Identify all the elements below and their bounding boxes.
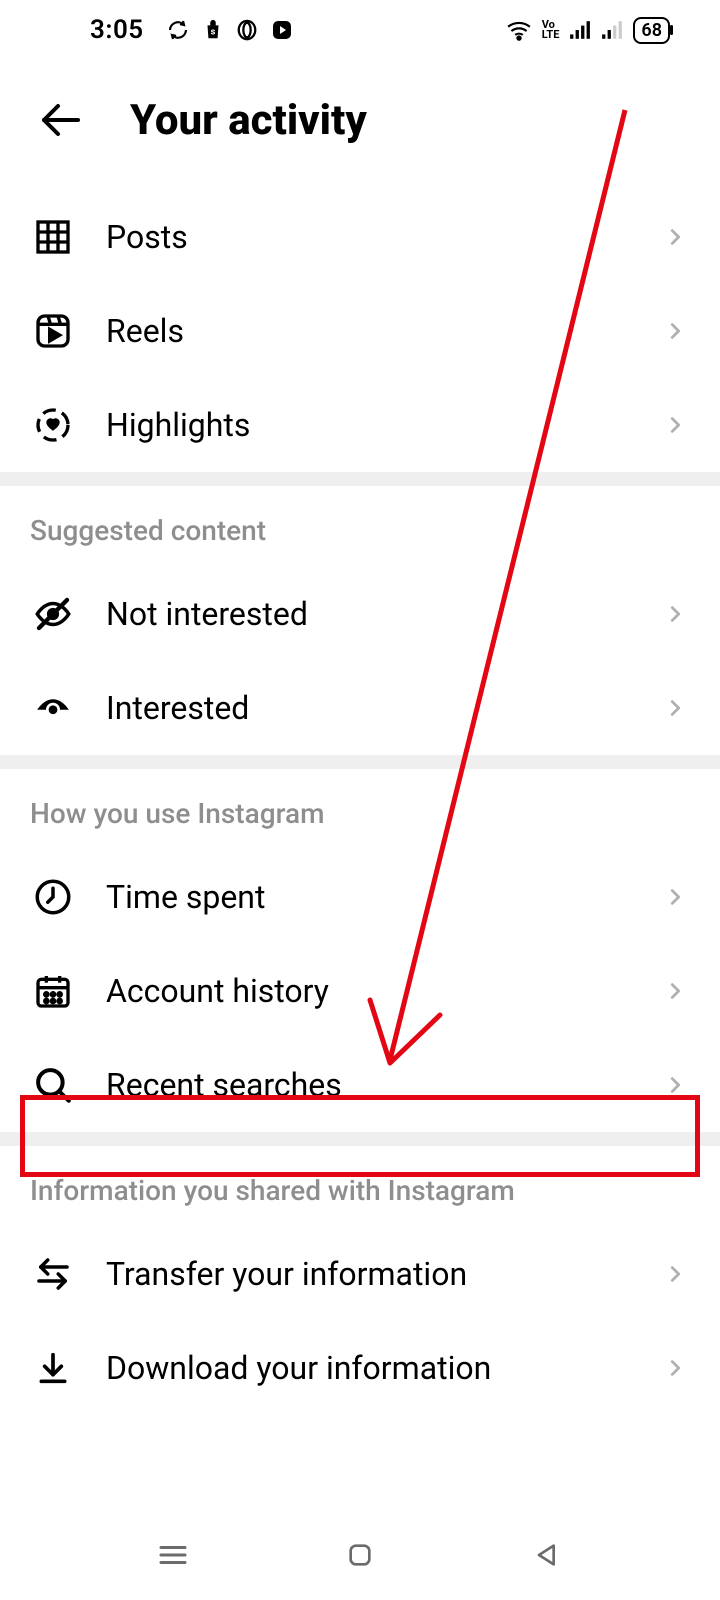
row-label-posts: Posts (106, 218, 630, 256)
chevron-right-icon (660, 1070, 690, 1100)
row-label-time-spent: Time spent (106, 878, 630, 916)
play-app-icon (270, 18, 294, 42)
battery-icon: 68 (633, 17, 670, 44)
row-transfer-info[interactable]: Transfer your information (0, 1227, 720, 1321)
sync-icon (166, 18, 190, 42)
reels-icon (30, 308, 76, 354)
nav-recents-button[interactable] (148, 1530, 198, 1580)
signal-2-icon (601, 20, 623, 40)
chevron-right-icon (660, 599, 690, 629)
opera-icon (236, 19, 258, 41)
chevron-right-icon (660, 1259, 690, 1289)
row-label-recent-searches: Recent searches (106, 1066, 630, 1104)
section-header-shared: Information you shared with Instagram (0, 1146, 720, 1227)
chevron-right-icon (660, 410, 690, 440)
row-reels[interactable]: Reels (0, 284, 720, 378)
section-shared: Information you shared with Instagram Tr… (0, 1146, 720, 1415)
section-divider (0, 755, 720, 769)
row-recent-searches[interactable]: Recent searches (0, 1038, 720, 1132)
signal-1-icon (569, 20, 591, 40)
row-time-spent[interactable]: Time spent (0, 850, 720, 944)
download-icon (30, 1345, 76, 1391)
page-title: Your activity (130, 96, 367, 145)
section-suggested: Suggested content Not interested Interes… (0, 486, 720, 755)
status-left: 3:05 s (90, 15, 294, 45)
nav-back-button[interactable] (522, 1530, 572, 1580)
row-interested[interactable]: Interested (0, 661, 720, 755)
row-label-download: Download your information (106, 1349, 630, 1387)
chevron-right-icon (660, 882, 690, 912)
svg-text:s: s (210, 28, 215, 38)
status-time: 3:05 (90, 15, 144, 45)
row-download-info[interactable]: Download your information (0, 1321, 720, 1415)
status-right: VoLTE 68 (506, 17, 670, 44)
chevron-right-icon (660, 976, 690, 1006)
clock-icon (30, 874, 76, 920)
row-label-not-interested: Not interested (106, 595, 630, 633)
calendar-icon (30, 968, 76, 1014)
chevron-right-icon (660, 222, 690, 252)
shopping-bag-icon: s (202, 19, 224, 41)
chevron-right-icon (660, 693, 690, 723)
section-divider (0, 472, 720, 486)
row-label-account-history: Account history (106, 972, 630, 1010)
section-header-suggested: Suggested content (0, 486, 720, 567)
nav-home-button[interactable] (335, 1530, 385, 1580)
section-content: Posts Reels Highlights (0, 190, 720, 472)
row-highlights[interactable]: Highlights (0, 378, 720, 472)
highlights-icon (30, 402, 76, 448)
row-label-highlights: Highlights (106, 406, 630, 444)
battery-percent: 68 (641, 20, 662, 41)
eye-off-icon (30, 591, 76, 637)
chevron-right-icon (660, 1353, 690, 1383)
chevron-right-icon (660, 316, 690, 346)
row-label-interested: Interested (106, 689, 630, 727)
system-nav-bar (0, 1510, 720, 1600)
row-account-history[interactable]: Account history (0, 944, 720, 1038)
back-button[interactable] (30, 90, 90, 150)
eye-icon (30, 685, 76, 731)
row-posts[interactable]: Posts (0, 190, 720, 284)
transfer-icon (30, 1251, 76, 1297)
volte-icon: VoLTE (542, 20, 560, 40)
grid-icon (30, 214, 76, 260)
status-bar: 3:05 s (0, 0, 720, 60)
row-label-reels: Reels (106, 312, 630, 350)
section-usage: How you use Instagram Time spent Account… (0, 769, 720, 1132)
search-icon (30, 1062, 76, 1108)
row-label-transfer: Transfer your information (106, 1255, 630, 1293)
wifi-icon (506, 19, 532, 41)
screen-header: Your activity (0, 60, 720, 190)
row-not-interested[interactable]: Not interested (0, 567, 720, 661)
section-divider (0, 1132, 720, 1146)
section-header-usage: How you use Instagram (0, 769, 720, 850)
